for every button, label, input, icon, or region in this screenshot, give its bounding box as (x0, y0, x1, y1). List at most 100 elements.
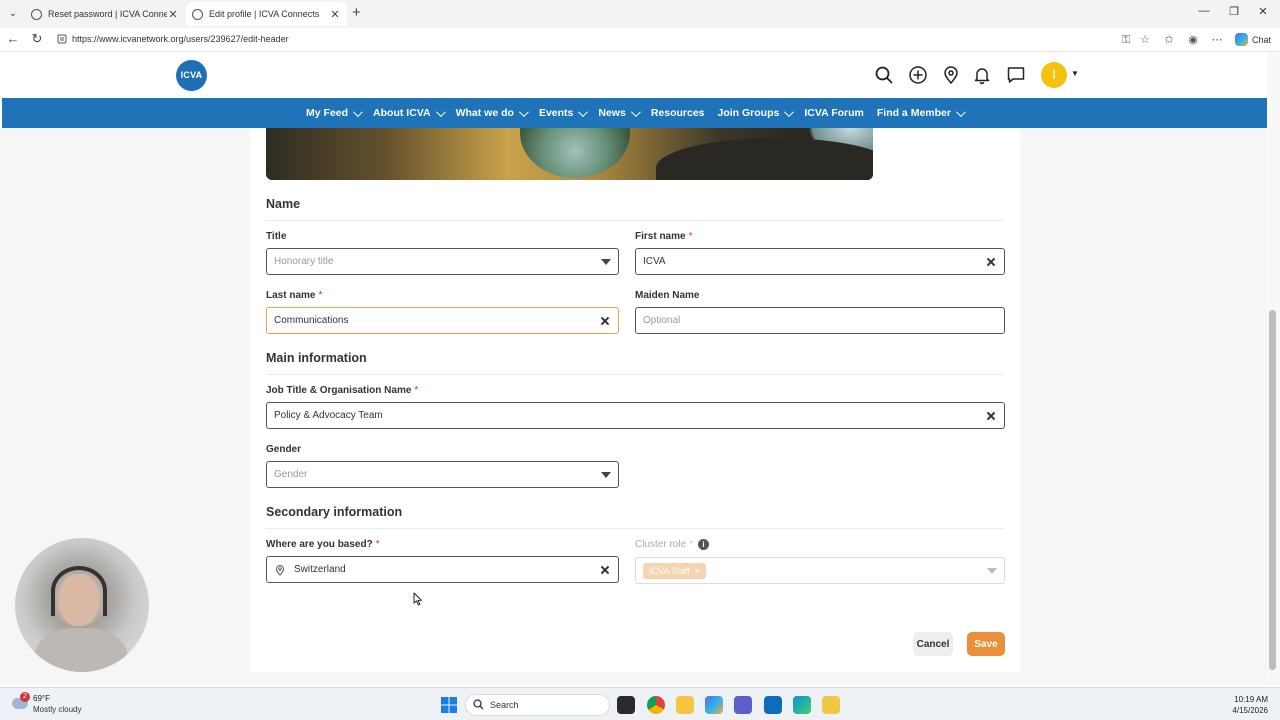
nav-label: Resources (650, 107, 705, 119)
chevron-down-icon (955, 106, 966, 117)
gender-select[interactable]: Gender (266, 461, 619, 488)
section-divider (266, 220, 1004, 221)
info-icon[interactable]: i (698, 539, 709, 550)
nav-item-icva-forum[interactable]: ICVA Forum (804, 107, 864, 119)
label-text: Maiden Name (635, 290, 700, 301)
chrome-icon[interactable] (647, 696, 665, 714)
nav-label: ICVA Forum (804, 107, 864, 119)
webcam-overlay (15, 538, 149, 672)
section-title-main-information: Main information (266, 351, 367, 365)
bell-icon[interactable] (972, 65, 992, 85)
chevron-down-icon (784, 106, 795, 117)
save-button[interactable]: Save (967, 632, 1005, 656)
vertical-scrollbar[interactable] (1267, 53, 1280, 685)
main-navigation: My Feed About ICVA What we do Events New… (2, 98, 1267, 128)
cancel-button[interactable]: Cancel (913, 632, 953, 656)
location-input[interactable]: Switzerland (266, 556, 619, 583)
last-name-input[interactable]: Communications (266, 307, 619, 334)
back-arrow-icon[interactable]: ← (5, 31, 21, 46)
url-input[interactable]: https://www.icvanetwork.org/users/239627… (72, 34, 289, 44)
label-text: Gender (266, 444, 302, 455)
clear-icon[interactable] (599, 315, 611, 327)
cover-orb (520, 128, 630, 178)
chevron-down-icon (518, 106, 529, 117)
copilot-chat-button[interactable]: Chat (1235, 33, 1271, 46)
cover-image (266, 128, 873, 180)
restore-icon[interactable]: ❐ (1227, 5, 1241, 18)
edge-icon[interactable] (793, 696, 811, 714)
maiden-name-label: Maiden Name (635, 290, 699, 301)
key-icon[interactable]: ⚿ (1119, 33, 1133, 47)
clock-time: 10:19 AM (1234, 695, 1268, 704)
copilot-icon[interactable] (705, 696, 723, 714)
add-icon[interactable] (908, 65, 928, 85)
system-clock[interactable]: 10:19 AM 4/15/2026 (1222, 694, 1268, 716)
nav-item-about-icva[interactable]: About ICVA (373, 106, 446, 119)
label-text: First name (635, 231, 686, 242)
sticky-notes-icon[interactable] (822, 696, 840, 714)
map-pin-icon[interactable] (941, 65, 961, 85)
chevron-down-icon (435, 106, 446, 117)
teams-icon[interactable] (734, 696, 752, 714)
profile-icon[interactable]: ◉ (1186, 33, 1200, 47)
close-icon[interactable]: ✕ (329, 8, 341, 21)
windows-start-icon[interactable] (440, 696, 458, 714)
nav-item-join-groups[interactable]: Join Groups (718, 106, 795, 119)
windows-taskbar: 2 69°F Mostly cloudy Search 10:19 AM 4/1… (0, 687, 1280, 720)
nav-item-resources[interactable]: Resources (651, 107, 705, 119)
nav-item-my-feed[interactable]: My Feed (306, 106, 363, 119)
location-label: Where are you based? * (266, 539, 380, 550)
maiden-name-input[interactable]: Optional (635, 307, 1005, 334)
browser-tab-bar: ⌄ Reset password | ICVA Connects ✕ Edit … (0, 0, 1280, 28)
tab-title: Reset password | ICVA Connects (48, 9, 167, 19)
edit-profile-card (250, 128, 1020, 672)
dropdown-caret-icon (987, 567, 997, 574)
title-select[interactable]: Honorary title (266, 248, 619, 275)
nav-label: Find a Member (876, 107, 951, 119)
refresh-icon[interactable]: ↻ (29, 31, 45, 47)
first-name-input[interactable]: ICVA (635, 248, 1005, 275)
taskbar-search-input[interactable]: Search (465, 694, 610, 716)
first-name-value: ICVA (643, 256, 666, 267)
cluster-role-select: ICVA Staff × (635, 557, 1005, 584)
chat-bubble-icon[interactable] (1006, 65, 1026, 85)
required-mark: * (375, 539, 380, 550)
chat-label: Chat (1252, 34, 1272, 45)
nav-item-events[interactable]: Events (539, 106, 589, 119)
user-avatar[interactable]: I (1041, 62, 1067, 88)
window-close-icon[interactable]: ✕ (1256, 5, 1270, 18)
clear-icon[interactable] (985, 256, 997, 268)
new-tab-plus-icon[interactable]: + (352, 5, 366, 21)
browser-tab-edit-profile[interactable]: Edit profile | ICVA Connects ✕ (186, 2, 347, 26)
nav-item-find-a-member[interactable]: Find a Member (876, 106, 966, 119)
nav-label: What we do (455, 107, 514, 119)
nav-label: My Feed (306, 107, 349, 119)
scrollbar-thumb[interactable] (1269, 310, 1276, 670)
tab-list-chevron-icon[interactable]: ⌄ (5, 6, 21, 22)
nav-item-news[interactable]: News (598, 106, 641, 119)
clear-icon[interactable] (599, 564, 611, 576)
task-view-icon[interactable] (617, 696, 635, 714)
search-icon[interactable] (874, 65, 894, 85)
tab-title: Edit profile | ICVA Connects (209, 9, 320, 19)
close-icon[interactable]: ✕ (167, 8, 179, 21)
caret-down-icon[interactable]: ▼ (1071, 69, 1079, 78)
label-text: Last name (266, 290, 316, 301)
browser-tab-reset-password[interactable]: Reset password | ICVA Connects ✕ (25, 2, 185, 26)
clear-icon[interactable] (985, 410, 997, 422)
star-favorite-icon[interactable]: ☆ (1138, 33, 1152, 47)
chip-remove-icon: × (694, 565, 700, 576)
job-title-input[interactable]: Policy & Advocacy Team (266, 402, 1005, 429)
section-divider (266, 528, 1004, 529)
more-menu-icon[interactable]: ⋯ (1210, 33, 1224, 47)
file-explorer-icon[interactable] (676, 696, 694, 714)
nav-label: About ICVA (373, 107, 431, 119)
minimize-icon[interactable]: — (1197, 5, 1211, 17)
required-mark: * (414, 385, 419, 396)
favorites-icon[interactable]: ✩ (1162, 33, 1176, 47)
nav-item-what-we-do[interactable]: What we do (455, 106, 529, 119)
outlook-icon[interactable] (764, 696, 782, 714)
site-info-icon[interactable] (57, 34, 67, 44)
last-name-label: Last name * (266, 290, 322, 301)
icva-logo[interactable]: ICVA (176, 60, 207, 91)
